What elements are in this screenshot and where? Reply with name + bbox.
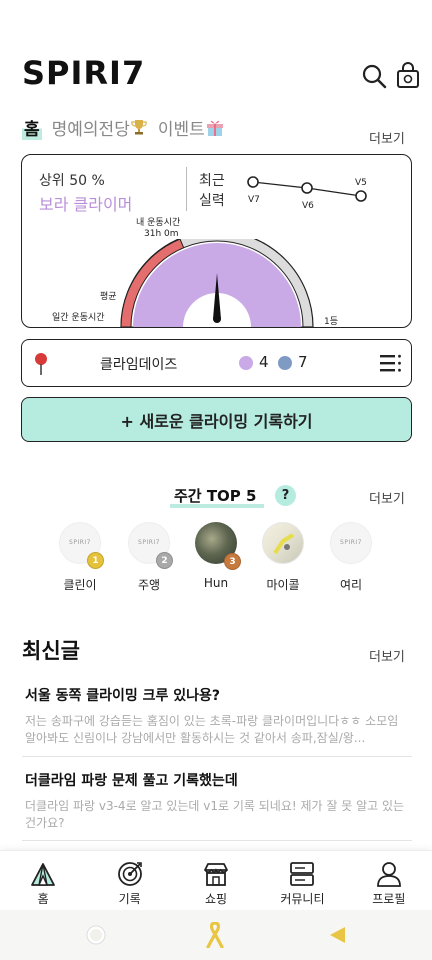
skill-level-label: V5 bbox=[355, 178, 367, 188]
menu-list-icon[interactable] bbox=[380, 354, 402, 372]
avatar-placeholder-logo: SPIRI7 bbox=[69, 539, 91, 546]
divider bbox=[186, 167, 187, 211]
avatar bbox=[262, 522, 304, 564]
shop-icon bbox=[204, 863, 228, 886]
tab-events-label: 이벤트 bbox=[157, 119, 205, 140]
purple-count: 4 bbox=[259, 353, 269, 371]
post-title: 더클라임 파랑 문제 풀고 기록했는데 bbox=[25, 773, 238, 789]
avatar: SPIRI7 2 bbox=[128, 522, 173, 569]
post-title: 서울 동쪽 클라이밍 크루 있나용? bbox=[25, 688, 221, 704]
avatar: SPIRI7 1 bbox=[59, 522, 104, 569]
person-icon bbox=[376, 862, 401, 887]
nav-home[interactable]: 홈 bbox=[0, 851, 86, 910]
stats-card: 상위 50 % 보라 클라이머 최근 실력 V7 V6 V5 내 운동시간 31… bbox=[21, 154, 412, 328]
tab-hall-of-fame[interactable]: 명예의전당 bbox=[52, 115, 148, 140]
avg-label: 평균 bbox=[100, 292, 117, 302]
recent-apps-icon[interactable] bbox=[84, 923, 108, 947]
top-climber-1[interactable]: SPIRI7 1 클린이 bbox=[50, 522, 110, 593]
blue-count: 7 bbox=[298, 353, 308, 371]
weekly-time-label: 일간 운동시간 bbox=[52, 313, 105, 323]
avatar: 3 bbox=[195, 522, 241, 570]
climber-name: 클린이 bbox=[63, 578, 97, 592]
app-logo: SPIRI7 bbox=[22, 54, 146, 92]
top-tabs: 홈 명예의전당 이벤트 bbox=[22, 112, 410, 142]
nav-profile[interactable]: 프로필 bbox=[346, 851, 432, 910]
avatar-placeholder-logo: SPIRI7 bbox=[138, 539, 160, 546]
post-item[interactable]: 더클라임 파랑 문제 풀고 기록했는데 더클라임 파랑 v3-4로 알고 있는데… bbox=[25, 770, 412, 832]
search-icon[interactable] bbox=[360, 62, 388, 90]
nav-community-label: 커뮤니티 bbox=[280, 892, 325, 906]
rank-name: 보라 클라이머 bbox=[39, 195, 133, 214]
gift-icon bbox=[206, 120, 223, 136]
top-climber-2[interactable]: SPIRI7 2 주앵 bbox=[119, 522, 179, 593]
climber-name: 여리 bbox=[339, 578, 363, 592]
tab-home-label: 홈 bbox=[24, 119, 40, 140]
skill-level-label: V6 bbox=[302, 201, 314, 211]
more-link-top[interactable]: 더보기 bbox=[369, 128, 405, 147]
target-icon bbox=[117, 862, 142, 886]
blue-level-dot bbox=[278, 356, 292, 370]
top-climber-5[interactable]: SPIRI7 여리 bbox=[321, 522, 381, 593]
help-button[interactable]: ? bbox=[275, 485, 296, 506]
climber-name: 마이콜 bbox=[266, 578, 300, 592]
system-nav-bar bbox=[0, 910, 432, 960]
tab-hall-of-fame-label: 명예의전당 bbox=[51, 119, 130, 140]
map-pin-icon bbox=[35, 353, 47, 375]
tab-home[interactable]: 홈 bbox=[22, 114, 42, 140]
post-body: 더클라임 파랑 v3-4로 알고 있는데 v1로 기록 되네요! 제가 잘 못 … bbox=[25, 799, 405, 830]
shopping-bag-icon[interactable] bbox=[394, 62, 422, 90]
recent-skill-chart: V7 V6 V5 bbox=[247, 176, 367, 211]
ribbon-icon[interactable] bbox=[204, 922, 226, 948]
tab-events[interactable]: 이벤트 bbox=[158, 115, 225, 140]
gold-medal-icon: 1 bbox=[87, 552, 104, 569]
post-body: 저는 송파구에 강습듣는 홈짐이 있는 초록-파랑 클라이머입니다ㅎㅎ 소모임 … bbox=[25, 714, 399, 745]
divider bbox=[22, 756, 412, 757]
nav-shop[interactable]: 쇼핑 bbox=[173, 851, 259, 910]
skill-point bbox=[355, 190, 367, 202]
my-time-label: 내 운동시간 bbox=[136, 218, 181, 228]
new-record-button[interactable]: + 새로운 클라이밍 기록하기 bbox=[21, 397, 412, 442]
nav-profile-label: 프로필 bbox=[372, 892, 406, 906]
skill-point bbox=[301, 182, 313, 194]
server-icon bbox=[290, 862, 315, 886]
silver-medal-icon: 2 bbox=[156, 552, 173, 569]
top-climber-3[interactable]: 3 Hun bbox=[186, 522, 246, 590]
nav-shop-label: 쇼핑 bbox=[204, 892, 228, 906]
nav-home-label: 홈 bbox=[37, 892, 49, 906]
nav-record[interactable]: 기록 bbox=[86, 851, 172, 910]
gym-selector[interactable]: 클라임데이즈 4 7 bbox=[21, 339, 412, 387]
recent-skill-label: 최근 실력 bbox=[199, 173, 225, 209]
bottom-nav: 홈 기록 쇼핑 커뮤니티 프로필 bbox=[0, 850, 432, 910]
post-item[interactable]: 서울 동쪽 클라이밍 크루 있나용? 저는 송파구에 강습듣는 홈짐이 있는 초… bbox=[25, 685, 412, 747]
weekly-top5-title: 주간 TOP 5 bbox=[174, 487, 257, 505]
purple-level-dot bbox=[239, 356, 253, 370]
tent-icon bbox=[31, 863, 56, 886]
back-icon[interactable] bbox=[328, 924, 348, 946]
skill-level-label: V7 bbox=[248, 195, 260, 205]
nav-record-label: 기록 bbox=[118, 892, 141, 906]
more-link-latest[interactable]: 더보기 bbox=[369, 646, 405, 665]
latest-posts-title: 최신글 bbox=[22, 639, 80, 663]
time-gauge bbox=[120, 239, 314, 327]
climber-name: 주앵 bbox=[137, 578, 161, 592]
my-time-value: 31h 0m bbox=[144, 229, 179, 239]
nav-community[interactable]: 커뮤니티 bbox=[259, 851, 345, 910]
avatar: SPIRI7 bbox=[330, 522, 372, 564]
divider bbox=[22, 840, 412, 841]
climber-name: Hun bbox=[203, 576, 229, 590]
avatar-placeholder-logo: SPIRI7 bbox=[340, 539, 362, 546]
top-climber-4[interactable]: 마이콜 bbox=[253, 522, 313, 593]
gym-name: 클라임데이즈 bbox=[100, 357, 178, 373]
trophy-icon bbox=[131, 120, 147, 135]
first-place-label: 1등 bbox=[324, 317, 339, 327]
more-link-top5[interactable]: 더보기 bbox=[369, 488, 405, 507]
app-header: SPIRI7 bbox=[0, 0, 432, 110]
bronze-medal-icon: 3 bbox=[224, 553, 241, 570]
rank-percent: 상위 50 % bbox=[39, 173, 105, 189]
skill-point bbox=[247, 176, 259, 188]
